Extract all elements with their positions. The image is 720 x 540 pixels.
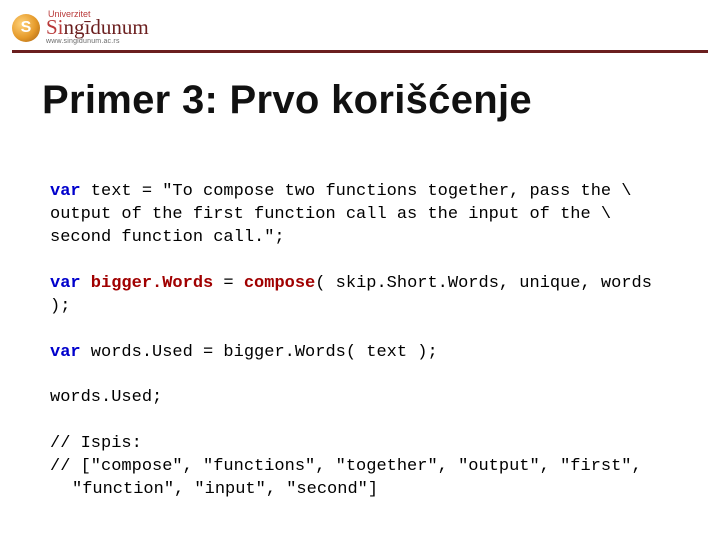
logo-wordmark: Singīdunum	[46, 17, 149, 38]
logo-url: www.singidunum.ac.rs	[46, 38, 149, 45]
code-line-3: second function call.";	[50, 228, 285, 247]
slide: S Univerzitet Singīdunum www.singidunum.…	[0, 0, 720, 540]
slide-title: Primer 3: Prvo korišćenje	[42, 78, 532, 123]
code-line-1: var text = "To compose two functions tog…	[50, 182, 632, 201]
code-line-2: output of the first function call as the…	[50, 205, 611, 224]
header-divider	[12, 50, 708, 53]
logo-text-block: Univerzitet Singīdunum www.singidunum.ac…	[46, 10, 149, 45]
keyword-var: var	[50, 182, 81, 201]
brand-logo: S Univerzitet Singīdunum www.singidunum.…	[12, 10, 149, 45]
code-line-7: var words.Used = bigger.Words( text );	[50, 343, 438, 362]
code-line-5: var bigger.Words = compose( skip.Short.W…	[50, 274, 662, 316]
code-block: var text = "To compose two functions tog…	[50, 158, 680, 502]
code-line-11: // Ispis:	[50, 434, 142, 453]
logo-initial: S	[21, 19, 32, 37]
logo-mark-icon: S	[12, 14, 40, 42]
keyword-var: var	[50, 274, 81, 293]
code-line-12: // ["compose", "functions", "together", …	[50, 457, 642, 476]
code-line-13: "function", "input", "second"]	[72, 480, 378, 499]
keyword-var: var	[50, 343, 81, 362]
code-line-9: words.Used;	[50, 388, 162, 407]
